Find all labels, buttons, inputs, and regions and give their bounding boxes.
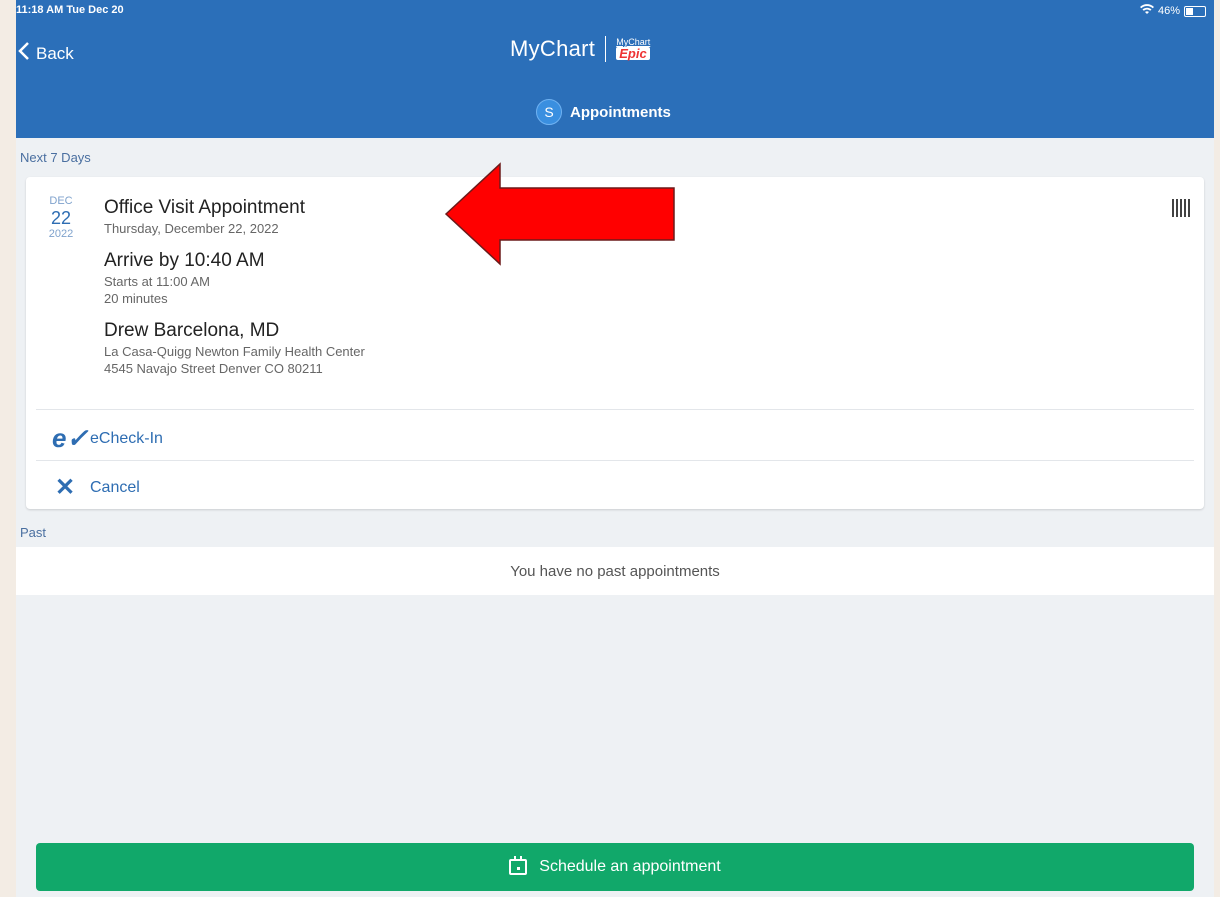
appointment-info: Office Visit Appointment Thursday, Decem… [104, 197, 365, 376]
duration: 20 minutes [104, 291, 168, 306]
close-icon: ✕ [54, 474, 76, 501]
qr-code-icon[interactable] [1172, 199, 1190, 217]
date-year: 2022 [48, 228, 74, 241]
empty-message-text: You have no past appointments [510, 562, 720, 580]
back-button[interactable]: Back [18, 42, 74, 65]
cancel-button[interactable]: ✕ Cancel [52, 473, 140, 502]
appointment-type: Office Visit Appointment [104, 197, 306, 218]
card-divider [36, 409, 1194, 410]
date-day: 22 [50, 207, 72, 228]
schedule-label: Schedule an appointment [539, 858, 721, 875]
status-time: 11:18 AM Tue Dec 20 [16, 4, 124, 16]
appointment-date: DEC 22 2022 [46, 195, 76, 241]
date-month: DEC [49, 195, 73, 207]
logo-divider [605, 36, 607, 62]
past-empty-message: You have no past appointments [16, 547, 1214, 595]
app-screen: 11:18 AM Tue Dec 20 46% Back MyChart MyC… [16, 0, 1214, 897]
appointment-full-date: Thursday, December 22, 2022 [104, 221, 279, 236]
location-address: 4545 Navajo Street Denver CO 80211 [104, 361, 323, 376]
page-title-group: S Appointments [536, 99, 671, 125]
logo-text: MyChart [510, 36, 596, 61]
cancel-label: Cancel [90, 478, 140, 496]
location-name: La Casa-Quigg Newton Family Health Cente… [104, 344, 365, 359]
section-label-past: Past [20, 525, 47, 540]
back-label: Back [36, 43, 74, 63]
battery-percent: 46% [1157, 5, 1180, 17]
app-header: 11:18 AM Tue Dec 20 46% Back MyChart MyC… [16, 0, 1214, 138]
epic-badge: MyChart Epic [616, 38, 650, 60]
battery-icon [1184, 5, 1206, 17]
page-title: Appointments [570, 103, 671, 121]
status-indicators: 46% [1139, 4, 1206, 18]
provider-name: Drew Barcelona, MD [104, 320, 280, 341]
echeckin-label: eCheck-In [90, 429, 163, 447]
section-label-upcoming: Next 7 Days [20, 150, 91, 165]
chevron-left-icon [18, 42, 30, 65]
schedule-appointment-button[interactable]: Schedule an appointment [36, 843, 1194, 891]
calendar-icon [509, 856, 528, 875]
avatar[interactable]: S [536, 99, 562, 125]
epic-badge-epic: Epic [616, 47, 650, 60]
mychart-logo: MyChart MyChart Epic [510, 36, 650, 62]
start-time: Starts at 11:00 AM [104, 274, 210, 289]
arrive-time: Arrive by 10:40 AM [104, 250, 265, 271]
echeckin-icon: e✓ [52, 423, 89, 453]
annotation-arrow [444, 162, 675, 266]
card-divider [36, 460, 1194, 461]
wifi-icon [1139, 4, 1154, 18]
echeckin-button[interactable]: e✓ eCheck-In [52, 423, 163, 454]
